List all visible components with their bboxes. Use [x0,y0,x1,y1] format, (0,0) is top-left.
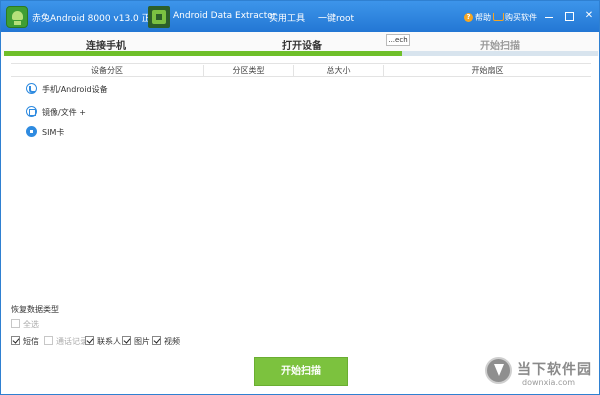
videos-label: 视频 [164,337,180,346]
step-connect-phone: 连接手机 [86,41,126,52]
close-icon[interactable]: ✕ [583,10,595,22]
source-label: 手机/Android设备 [42,85,108,94]
column-device-partition[interactable]: 设备分区 [11,65,203,76]
sms-checkbox[interactable] [11,336,20,345]
watermark-url: downxia.com [522,378,576,387]
source-label: 镜像/文件 + [42,108,86,117]
tooltip: ...ech [386,34,410,46]
step-open-device: 打开设备 [282,41,322,52]
download-arrow-icon [485,357,512,384]
column-partition-type[interactable]: 分区类型 [203,65,293,77]
pictures-checkbox[interactable] [122,336,131,345]
column-total-size[interactable]: 总大小 [293,65,383,77]
step-start-scan: 开始扫描 [480,41,520,52]
source-label: SIM卡 [42,128,65,137]
contacts-label: 联系人 [97,337,121,346]
phone-icon [26,83,37,94]
ade-logo-icon [148,6,170,28]
main-window: 赤兔Android 8000 v13.0 正式版 Android Data Ex… [0,0,600,395]
ade-title: Android Data Extractor [173,11,277,21]
cart-icon[interactable] [493,13,504,21]
help-link[interactable]: 帮助 [475,12,491,23]
app-logo-icon [6,6,28,28]
partition-table-header: 设备分区 分区类型 总大小 开始扇区 [11,63,591,77]
pictures-label: 图片 [134,337,150,346]
help-icon[interactable]: ? [464,13,473,22]
watermark-title: 当下软件园 [517,362,592,378]
sms-label: 短信 [23,337,39,346]
buy-software-link[interactable]: 购买软件 [505,12,537,23]
step-progress-bar [4,51,598,56]
step-progress-fill [4,51,402,56]
image-file-icon [26,106,37,117]
menu-tools[interactable]: 实用工具 [269,11,305,24]
call-log-checkbox[interactable] [44,336,53,345]
menu-one-click-root[interactable]: 一键root [318,11,354,24]
watermark: 当下软件园 downxia.com [485,357,597,393]
videos-checkbox[interactable] [152,336,161,345]
select-all-checkbox[interactable] [11,319,20,328]
select-all-label: 全选 [23,320,39,329]
column-start-sector[interactable]: 开始扇区 [383,65,591,77]
call-log-label: 通话记录 [56,337,88,346]
start-scan-button[interactable]: 开始扫描 [254,357,348,386]
title-bar: 赤兔Android 8000 v13.0 正式版 Android Data Ex… [1,1,599,32]
recovery-types-title: 恢复数据类型 [11,305,59,314]
maximize-icon[interactable] [563,10,575,22]
contacts-checkbox[interactable] [85,336,94,345]
minimize-icon[interactable] [543,10,555,22]
sim-card-icon [26,126,37,137]
